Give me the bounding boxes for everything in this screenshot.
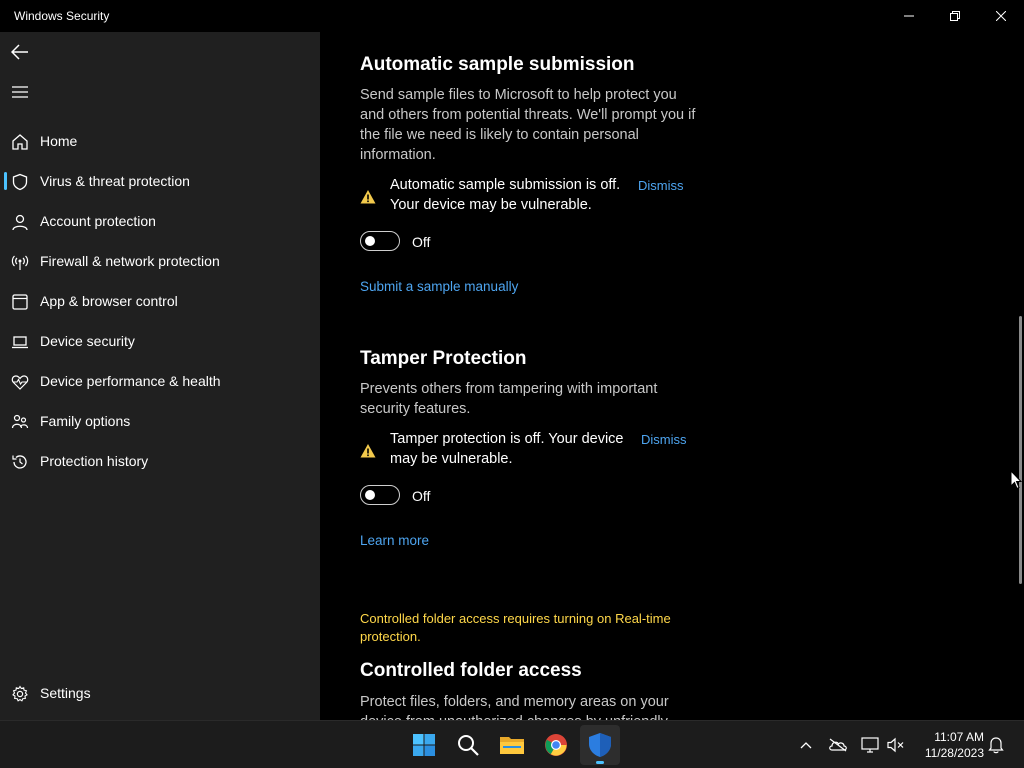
clock-time: 11:07 AM xyxy=(934,730,984,744)
tamper-protection-warning: Tamper protection is off. Your device ma… xyxy=(390,431,624,467)
sidebar-item-device-security[interactable]: Device security xyxy=(0,323,320,359)
system-clock[interactable]: 11:07 AM 11/28/2023 xyxy=(910,729,984,761)
start-button[interactable] xyxy=(404,725,444,765)
back-button[interactable] xyxy=(8,40,32,64)
sidebar-item-label: Protection history xyxy=(40,453,149,469)
toggle-knob xyxy=(365,236,375,246)
sidebar-item-label: Firewall & network protection xyxy=(40,253,220,269)
chrome-icon xyxy=(545,734,567,756)
minimize-icon xyxy=(904,15,914,17)
browser-window-icon xyxy=(11,293,29,311)
sidebar-item-firewall-network-protection[interactable]: Firewall & network protection xyxy=(0,243,320,279)
laptop-icon xyxy=(11,333,29,351)
sample-submission-warning: Automatic sample submission is off. Your… xyxy=(390,177,621,213)
taskbar-file-explorer[interactable] xyxy=(492,725,532,765)
tamper-protection-title: Tamper Protection xyxy=(360,348,527,369)
sidebar-item-label: Home xyxy=(40,133,78,149)
clock-date: 11/28/2023 xyxy=(924,746,984,760)
realtime-protection-note: Controlled folder access requires turnin… xyxy=(360,611,671,644)
warning-icon xyxy=(360,190,376,204)
taskbar-windows-security[interactable] xyxy=(580,725,620,765)
family-icon xyxy=(11,413,29,431)
sample-submission-description: Send sample files to Microsoft to help p… xyxy=(360,87,696,163)
sidebar-item-label: Account protection xyxy=(40,213,156,229)
taskbar-chrome[interactable] xyxy=(536,725,576,765)
close-button[interactable] xyxy=(978,0,1024,32)
sidebar-item-label: Device performance & health xyxy=(40,373,221,389)
sidebar-item-device-performance-health[interactable]: Device performance & health xyxy=(0,363,320,399)
antenna-icon xyxy=(11,253,29,271)
hamburger-icon xyxy=(12,86,28,98)
sidebar-item-label: App & browser control xyxy=(40,293,178,309)
sidebar-item-label: Settings xyxy=(40,685,91,701)
scrollbar-thumb[interactable] xyxy=(1019,316,1022,584)
restore-button[interactable] xyxy=(932,0,978,32)
close-icon xyxy=(996,11,1006,21)
sidebar-item-account-protection[interactable]: Account protection xyxy=(0,203,320,239)
selection-indicator xyxy=(4,172,7,190)
network-icon xyxy=(861,737,879,753)
sidebar-item-protection-history[interactable]: Protection history xyxy=(0,443,320,479)
windows-start-icon xyxy=(413,734,435,756)
notification-bell-icon xyxy=(988,737,1004,754)
shield-icon xyxy=(11,173,29,191)
controlled-folder-access-title: Controlled folder access xyxy=(360,660,582,681)
restore-icon xyxy=(950,11,960,21)
submit-sample-manually-link[interactable]: Submit a sample manually xyxy=(360,279,518,294)
taskbar-search-button[interactable] xyxy=(448,725,488,765)
tamper-protection-description: Prevents others from tampering with impo… xyxy=(360,381,658,417)
file-explorer-icon xyxy=(500,737,524,754)
windows-security-icon xyxy=(589,733,611,757)
sidebar-item-label: Family options xyxy=(40,413,131,429)
warning-icon xyxy=(360,444,376,458)
volume-muted-icon xyxy=(887,737,904,753)
toggle-state-label: Off xyxy=(412,234,431,250)
sidebar-item-home[interactable]: Home xyxy=(0,123,320,159)
network-tray[interactable] xyxy=(860,735,880,755)
running-indicator xyxy=(596,761,604,764)
show-hidden-icons-button[interactable] xyxy=(796,735,816,755)
sidebar-item-virus-threat-protection[interactable]: Virus & threat protection xyxy=(0,163,320,199)
person-icon xyxy=(11,213,29,231)
sidebar-item-family-options[interactable]: Family options xyxy=(0,403,320,439)
onedrive-tray[interactable] xyxy=(828,735,848,755)
sidebar-item-settings[interactable]: Settings xyxy=(0,675,320,711)
sidebar: Home Virus & threat protection Account p… xyxy=(0,32,320,720)
dismiss-link[interactable]: Dismiss xyxy=(641,432,687,447)
tamper-protection-toggle[interactable] xyxy=(360,485,400,505)
toggle-knob xyxy=(365,490,375,500)
sidebar-item-app-browser-control[interactable]: App & browser control xyxy=(0,283,320,319)
volume-tray[interactable] xyxy=(886,735,906,755)
learn-more-link[interactable]: Learn more xyxy=(360,533,429,548)
sidebar-item-label: Virus & threat protection xyxy=(40,173,190,189)
title-bar: Windows Security xyxy=(0,0,1024,32)
toggle-state-label: Off xyxy=(412,488,431,504)
chevron-up-icon xyxy=(800,742,812,749)
controlled-folder-access-description: Protect files, folders, and memory areas… xyxy=(360,694,669,720)
onedrive-icon xyxy=(829,738,847,752)
main-content: Automatic sample submission Send sample … xyxy=(320,32,1024,720)
history-icon xyxy=(11,453,29,471)
back-arrow-icon xyxy=(11,44,28,60)
search-icon xyxy=(458,735,479,756)
menu-button[interactable] xyxy=(8,80,32,104)
heart-pulse-icon xyxy=(11,373,29,391)
taskbar: 11:07 AM 11/28/2023 xyxy=(0,720,1024,768)
gear-icon xyxy=(11,685,29,703)
sidebar-item-label: Device security xyxy=(40,333,135,349)
minimize-button[interactable] xyxy=(886,0,932,32)
home-icon xyxy=(11,133,29,151)
window-title: Windows Security xyxy=(14,9,110,23)
sample-submission-toggle[interactable] xyxy=(360,231,400,251)
sample-submission-title: Automatic sample submission xyxy=(360,54,635,75)
dismiss-link[interactable]: Dismiss xyxy=(638,178,684,193)
mouse-cursor-icon xyxy=(1010,470,1022,490)
notification-center-button[interactable] xyxy=(986,735,1006,755)
